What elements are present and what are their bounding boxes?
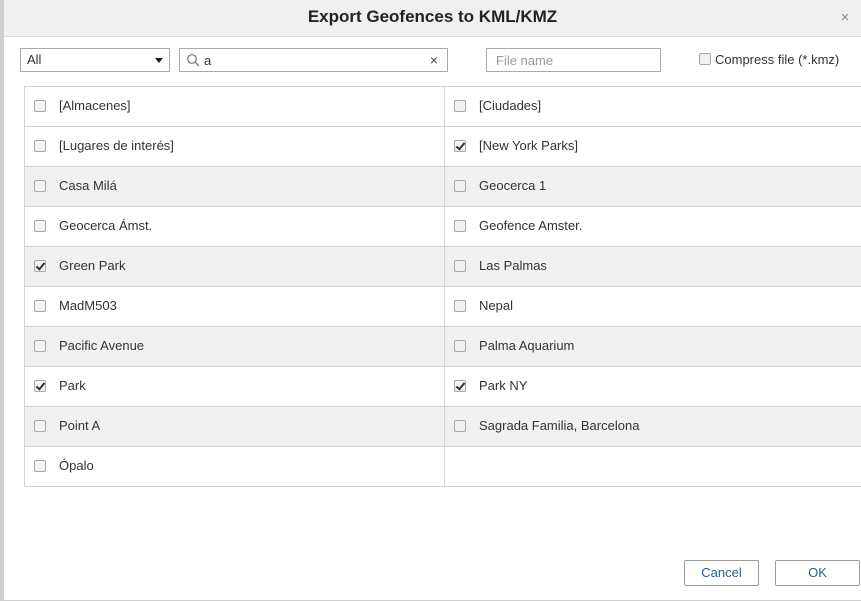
geofence-label: Park NY <box>479 378 528 393</box>
geofence-row: Park Park NY <box>24 367 861 407</box>
geofence-label: Ópalo <box>59 458 94 473</box>
geofence-checkbox[interactable] <box>34 380 46 392</box>
geofence-item[interactable]: Casa Milá <box>24 167 445 206</box>
geofence-row: Ópalo <box>24 447 861 487</box>
close-icon[interactable]: × <box>837 10 853 26</box>
geofence-checkbox[interactable] <box>34 180 46 192</box>
geofence-label: Palma Aquarium <box>479 338 575 353</box>
cancel-button[interactable]: Cancel <box>684 560 759 586</box>
geofence-checkbox[interactable] <box>454 380 466 392</box>
dialog-title-bar: Export Geofences to KML/KMZ × <box>4 0 861 37</box>
geofence-checkbox[interactable] <box>454 300 466 312</box>
dialog-title: Export Geofences to KML/KMZ <box>307 7 558 26</box>
geofence-label: Sagrada Familia, Barcelona <box>479 418 640 433</box>
geofence-checkbox[interactable] <box>34 460 46 472</box>
geofence-label: MadM503 <box>59 298 117 313</box>
geofence-label: [Almacenes] <box>59 98 131 113</box>
compress-label: Compress file (*.kmz) <box>715 52 840 67</box>
geofence-checkbox[interactable] <box>34 260 46 272</box>
geofence-checkbox[interactable] <box>454 420 466 432</box>
geofence-item[interactable]: Pacific Avenue <box>24 327 445 366</box>
geofence-row: [Almacenes] [Ciudades] <box>24 87 861 127</box>
geofence-item[interactable]: Park NY <box>444 367 861 406</box>
geofence-label: [Lugares de interés] <box>59 138 174 153</box>
search-icon <box>187 54 200 67</box>
geofence-label: Nepal <box>479 298 513 313</box>
geofence-checkbox[interactable] <box>34 300 46 312</box>
geofence-item[interactable]: Geocerca Ámst. <box>24 207 445 246</box>
group-filter-select[interactable]: All <box>20 48 170 72</box>
geofence-row: Pacific Avenue Palma Aquarium <box>24 327 861 367</box>
geofence-checkbox[interactable] <box>454 100 466 112</box>
chevron-down-icon <box>155 58 163 63</box>
geofence-label: Pacific Avenue <box>59 338 145 353</box>
geofence-checkbox[interactable] <box>454 340 466 352</box>
geofence-checkbox[interactable] <box>454 140 466 152</box>
geofence-label: [Ciudades] <box>479 98 542 113</box>
geofence-item[interactable]: Point A <box>24 407 445 446</box>
geofence-row: Geocerca Ámst. Geofence Amster. <box>24 207 861 247</box>
search-field[interactable]: × <box>179 48 448 72</box>
geofence-row: Casa Milá Geocerca 1 <box>24 167 861 207</box>
geofence-label: Las Palmas <box>479 258 547 273</box>
geofence-checkbox[interactable] <box>34 140 46 152</box>
geofence-checkbox[interactable] <box>454 220 466 232</box>
geofence-item[interactable]: [New York Parks] <box>444 127 861 166</box>
geofence-item[interactable]: [Lugares de interés] <box>24 127 445 166</box>
compress-checkbox[interactable] <box>699 53 711 65</box>
geofence-row: Point A Sagrada Familia, Barcelona <box>24 407 861 447</box>
geofence-label: Geocerca 1 <box>479 178 547 193</box>
geofence-item[interactable]: MadM503 <box>24 287 445 326</box>
geofence-item[interactable]: Ópalo <box>24 447 445 486</box>
geofence-checkbox[interactable] <box>454 180 466 192</box>
geofence-checkbox[interactable] <box>454 260 466 272</box>
geofence-item[interactable]: [Ciudades] <box>444 87 861 126</box>
geofence-item[interactable]: Nepal <box>444 287 861 326</box>
search-input[interactable] <box>204 51 404 69</box>
geofence-item[interactable]: Green Park <box>24 247 445 286</box>
geofence-item[interactable]: [Almacenes] <box>24 87 445 126</box>
geofence-label: Park <box>59 378 86 393</box>
geofence-checkbox[interactable] <box>34 420 46 432</box>
geofence-checkbox[interactable] <box>34 220 46 232</box>
geofence-row: Green Park Las Palmas <box>24 247 861 287</box>
geofence-row: [Lugares de interés] [New York Parks] <box>24 127 861 167</box>
geofence-label: Geofence Amster. <box>479 218 583 233</box>
geofence-item[interactable]: Palma Aquarium <box>444 327 861 366</box>
clear-search-icon[interactable]: × <box>427 52 441 68</box>
export-toolbar: All × Compress file (*.kmz) <box>4 36 861 84</box>
geofence-checkbox[interactable] <box>34 340 46 352</box>
geofence-item[interactable]: Park <box>24 367 445 406</box>
file-name-input[interactable] <box>486 48 661 72</box>
geofence-item[interactable]: Geocerca 1 <box>444 167 861 206</box>
geofence-label: Point A <box>59 418 101 433</box>
geofence-label: Geocerca Ámst. <box>59 218 153 233</box>
geofence-label: Green Park <box>59 258 126 273</box>
geofence-checkbox[interactable] <box>34 100 46 112</box>
geofence-item[interactable]: Las Palmas <box>444 247 861 286</box>
ok-button[interactable]: OK <box>775 560 860 586</box>
geofence-label: Casa Milá <box>59 178 117 193</box>
geofence-grid: [Almacenes] [Ciudades] [Lugares de inter… <box>24 86 861 487</box>
export-geofences-dialog: Export Geofences to KML/KMZ × All × Comp… <box>0 0 861 601</box>
geofence-row: MadM503 Nepal <box>24 287 861 327</box>
geofence-label: [New York Parks] <box>479 138 578 153</box>
geofence-item[interactable]: Geofence Amster. <box>444 207 861 246</box>
geofence-item[interactable]: Sagrada Familia, Barcelona <box>444 407 861 446</box>
group-filter-value: All <box>27 52 42 67</box>
geofence-empty-cell <box>444 447 861 486</box>
